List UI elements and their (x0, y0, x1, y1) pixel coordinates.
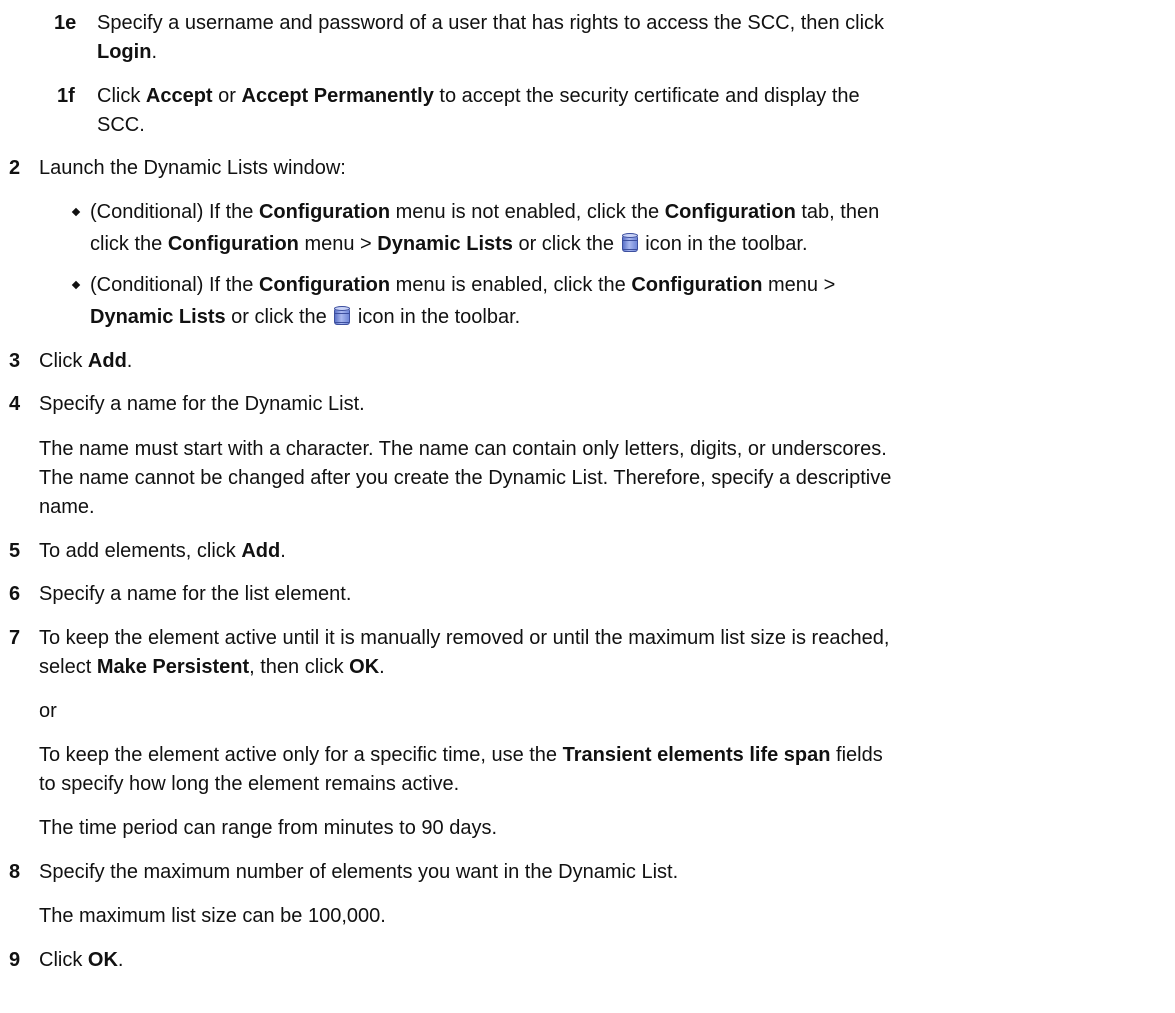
transient-elements-life-span-label: Transient elements life span (562, 744, 831, 766)
step-number: 9 (9, 949, 21, 971)
ok-label: OK (349, 656, 380, 678)
add-label: Add (87, 350, 127, 372)
step-1f-line-1: Click Accept or Accept Permanently to ac… (97, 85, 860, 107)
step-7-paragraph-line-3: The time period can range from minutes t… (39, 817, 498, 839)
step-4-paragraph-line-1: The name must start with a character. Th… (39, 438, 887, 460)
step-8-text: Specify the maximum number of elements y… (39, 861, 679, 883)
step-8-paragraph: The maximum list size can be 100,000. (39, 905, 386, 927)
step-3-text: Click Add. (39, 350, 133, 372)
login-label: Login (97, 41, 152, 63)
step-7-line-2: select Make Persistent, then click OK. (39, 656, 385, 678)
step-number: 7 (9, 627, 21, 649)
ok-label: OK (87, 949, 118, 971)
accept-permanently-label: Accept Permanently (241, 85, 434, 107)
bullet-2-line-2: Dynamic Lists or click the icon in the t… (90, 306, 521, 328)
step-9-text: Click OK. (39, 949, 124, 971)
step-1e-line-1: Specify a username and password of a use… (97, 12, 885, 34)
bullet-2-line-1: (Conditional) If the Configuration menu … (90, 274, 836, 296)
bullet-1-line-2: click the Configuration menu > Dynamic L… (90, 233, 808, 255)
step-number: 1f (57, 85, 75, 107)
step-5-text: To add elements, click Add. (39, 540, 286, 562)
bullet-1-line-1: (Conditional) If the Configuration menu … (90, 201, 880, 223)
step-number: 2 (9, 157, 21, 179)
accept-label: Accept (145, 85, 213, 107)
step-number: 4 (9, 393, 21, 415)
diamond-bullet-icon (71, 207, 81, 217)
step-1e-line-2: Login. (97, 41, 157, 63)
step-number: 6 (9, 583, 21, 605)
step-number: 5 (9, 540, 21, 562)
step-7-line-1: To keep the element active until it is m… (39, 627, 890, 649)
step-7-or: or (39, 700, 57, 722)
dynamic-lists-database-icon (621, 233, 638, 253)
step-4-text: Specify a name for the Dynamic List. (39, 393, 365, 415)
step-number: 3 (9, 350, 21, 372)
step-4-paragraph-line-2: The name cannot be changed after you cre… (39, 467, 892, 489)
step-2-text: Launch the Dynamic Lists window: (39, 157, 346, 179)
step-7-paragraph-line-2: to specify how long the element remains … (39, 773, 460, 795)
diamond-bullet-icon (71, 280, 81, 290)
step-6-text: Specify a name for the list element. (39, 583, 352, 605)
step-1f-line-2: SCC. (97, 114, 145, 136)
make-persistent-label: Make Persistent (96, 656, 250, 678)
step-number: 1e (54, 12, 77, 34)
add-label: Add (241, 540, 281, 562)
step-number: 8 (9, 861, 21, 883)
step-7-paragraph-line-1: To keep the element active only for a sp… (39, 744, 883, 766)
step-4-paragraph-line-3: name. (39, 496, 95, 518)
dynamic-lists-database-icon (334, 306, 351, 326)
